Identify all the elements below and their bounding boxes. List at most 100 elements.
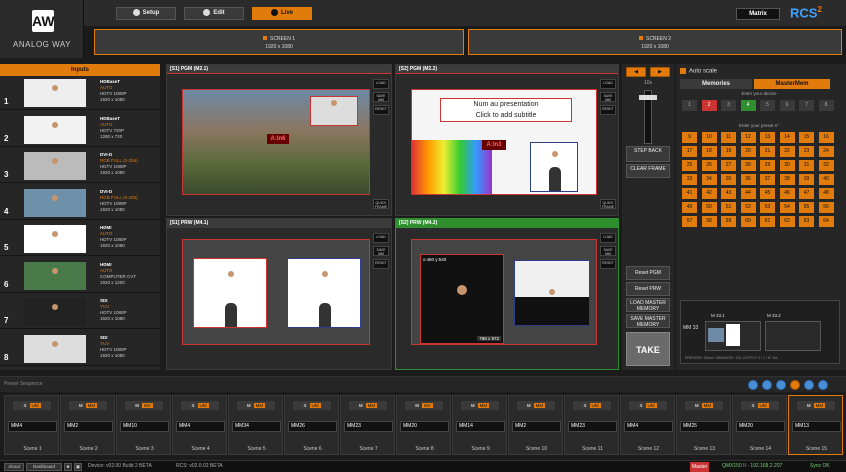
scene-memory-field[interactable]: MM25 — [680, 421, 729, 432]
device-number-cell[interactable]: 2 — [701, 100, 717, 111]
scene-card[interactable]: M MM MM2 Scene 10 — [508, 395, 563, 455]
scene-card[interactable]: M MM MM13 Scene 15 — [788, 395, 843, 455]
preset-number-cell[interactable]: 22 — [779, 146, 795, 157]
preset-number-cell[interactable]: 21 — [760, 146, 775, 157]
input-row[interactable]: 1 HDBaseT AUTO HDTV 1080P 1920 x 1080 — [0, 76, 160, 110]
matrix-button[interactable]: Matrix — [736, 8, 780, 20]
scene-memory-field[interactable]: MM13 — [792, 421, 841, 432]
auto-scale-checkbox[interactable] — [680, 68, 686, 74]
tab-memories[interactable]: Memories — [680, 79, 752, 89]
preset-number-cell[interactable]: 11 — [721, 132, 736, 143]
scene-type[interactable]: S UM — [741, 401, 779, 410]
pgm2-layer-person[interactable] — [530, 142, 578, 192]
scene-card[interactable]: M MM MM2 Scene 2 — [60, 395, 115, 455]
s2-pgm-save-button[interactable]: SAVE MM — [600, 92, 616, 102]
preset-number-cell[interactable]: 29 — [760, 160, 775, 171]
scene-card[interactable]: S UM MM4 Scene 1 — [4, 395, 59, 455]
tbar-handle[interactable] — [639, 95, 657, 100]
preset-number-cell[interactable]: 58 — [701, 216, 717, 227]
scene-card[interactable]: S UM MM4 Scene 4 — [172, 395, 227, 455]
prw1-layer-a[interactable] — [193, 258, 267, 328]
preset-number-cell[interactable]: 46 — [779, 188, 795, 199]
scene-card[interactable]: M MM MM14 Scene 9 — [452, 395, 507, 455]
s1-quick-frame-button[interactable]: QUICK FRAME — [373, 199, 389, 209]
edit-tab[interactable]: Edit — [184, 7, 244, 20]
preset-number-cell[interactable]: 12 — [740, 132, 756, 143]
preset-number-cell[interactable]: 13 — [760, 132, 775, 143]
preset-number-cell[interactable]: 53 — [760, 202, 775, 213]
s1-pgm-save-button[interactable]: SAVE MM — [373, 92, 389, 102]
scene-memory-field[interactable]: MM2 — [64, 421, 113, 432]
scene-type[interactable]: M MM — [349, 401, 387, 410]
scene-type[interactable]: M MM — [237, 401, 275, 410]
preset-number-cell[interactable]: 39 — [799, 174, 814, 185]
preset-number-cell[interactable]: 60 — [740, 216, 756, 227]
prw2-layer-a[interactable]: x:460 y:540 768 x 972 — [420, 254, 504, 344]
s2-prw-load-button[interactable]: LOAD — [600, 233, 616, 243]
device-number-cell[interactable]: 8 — [818, 100, 834, 111]
input-row[interactable]: 6 HDMI AUTO COMPUTER CVT 1920 x 1200 — [0, 259, 160, 293]
preset-number-cell[interactable]: 30 — [779, 160, 795, 171]
preset-number-cell[interactable]: 33 — [682, 174, 697, 185]
preset-number-cell[interactable]: 55 — [799, 202, 814, 213]
preset-number-cell[interactable]: 48 — [818, 188, 834, 199]
s2-pgm-canvas[interactable]: Num au presentation Click to add subtitle… — [411, 89, 597, 195]
scene-memory-field[interactable]: MM4 — [176, 421, 225, 432]
inputs-header[interactable]: Inputs — [0, 64, 160, 76]
sequence-dot-active[interactable] — [790, 380, 800, 390]
preset-number-cell[interactable]: 32 — [818, 160, 834, 171]
scene-card[interactable]: S UM MM23 Scene 11 — [564, 395, 619, 455]
scene-memory-field[interactable]: MM20 — [400, 421, 449, 432]
s1-pgm-canvas[interactable]: A:In6 — [182, 89, 370, 195]
preset-number-cell[interactable]: 34 — [701, 174, 717, 185]
preset-number-cell[interactable]: 41 — [682, 188, 697, 199]
tbar-slider[interactable] — [639, 90, 657, 144]
s1-prw-load-button[interactable]: LOAD — [373, 233, 389, 243]
sequence-dot-1[interactable] — [762, 380, 772, 390]
scene-type[interactable]: M MV — [125, 401, 163, 410]
preset-number-cell[interactable]: 36 — [740, 174, 756, 185]
preset-number-cell[interactable]: 50 — [701, 202, 717, 213]
sequence-next-icon[interactable] — [818, 380, 828, 390]
about-button[interactable]: About — [4, 463, 24, 471]
preset-number-cell[interactable]: 44 — [740, 188, 756, 199]
preset-number-cell[interactable]: 63 — [799, 216, 814, 227]
live-tab[interactable]: Live — [252, 7, 312, 20]
input-thumbnail[interactable] — [24, 225, 86, 253]
preset-number-cell[interactable]: 42 — [701, 188, 717, 199]
scene-card[interactable]: S UM MM20 Scene 14 — [732, 395, 787, 455]
input-thumbnail[interactable] — [24, 115, 86, 144]
preset-number-cell[interactable]: 31 — [799, 160, 814, 171]
input-thumbnail[interactable] — [24, 188, 86, 217]
s1-prw-reset-button[interactable]: RESET — [373, 259, 389, 269]
scene-memory-field[interactable]: MM4 — [624, 421, 673, 432]
device-number-cell[interactable]: 5 — [760, 100, 775, 111]
scene-type[interactable]: M MM — [797, 401, 835, 410]
sequence-dot-3[interactable] — [804, 380, 814, 390]
transition-right-button[interactable]: ▶ — [650, 67, 670, 77]
preset-number-cell[interactable]: 28 — [740, 160, 756, 171]
input-row[interactable]: 3 DVI-D RGB FULL (0-255) HDTV 1080P 1920 x 1… — [0, 149, 160, 183]
preset-number-cell[interactable]: 27 — [721, 160, 736, 171]
s1-prw-save-button[interactable]: SAVE MM — [373, 246, 389, 256]
scene-card[interactable]: M MM MM25 Scene 13 — [676, 395, 731, 455]
dashboard-button[interactable]: Dashboard — [26, 463, 62, 471]
scene-type[interactable]: M MM — [685, 401, 723, 410]
preset-number-cell[interactable]: 10 — [701, 132, 717, 143]
preset-number-cell[interactable]: 49 — [682, 202, 697, 213]
input-thumbnail[interactable] — [24, 334, 86, 363]
scene-memory-field[interactable]: MM2 — [512, 421, 561, 432]
scene-card[interactable]: S UM MM4 Scene 12 — [620, 395, 675, 455]
load-master-memory-button[interactable]: LOAD MASTER MEMORY — [626, 298, 670, 312]
scene-type[interactable]: S UM — [293, 401, 331, 410]
preset-number-cell[interactable]: 17 — [682, 146, 697, 157]
tab-master-mem[interactable]: MasterMem — [754, 79, 830, 89]
pgm-layer-person[interactable] — [310, 96, 358, 126]
preset-number-cell[interactable]: 26 — [701, 160, 717, 171]
preset-number-cell[interactable]: 62 — [779, 216, 795, 227]
setup-tab[interactable]: Setup — [116, 7, 176, 20]
prw2-layer-b[interactable] — [514, 260, 590, 326]
scene-type[interactable]: M MM — [517, 401, 555, 410]
device-number-cell[interactable]: 4 — [740, 100, 756, 111]
screen-2-tab[interactable]: SCREEN 2 1920 x 1080 — [468, 29, 842, 55]
